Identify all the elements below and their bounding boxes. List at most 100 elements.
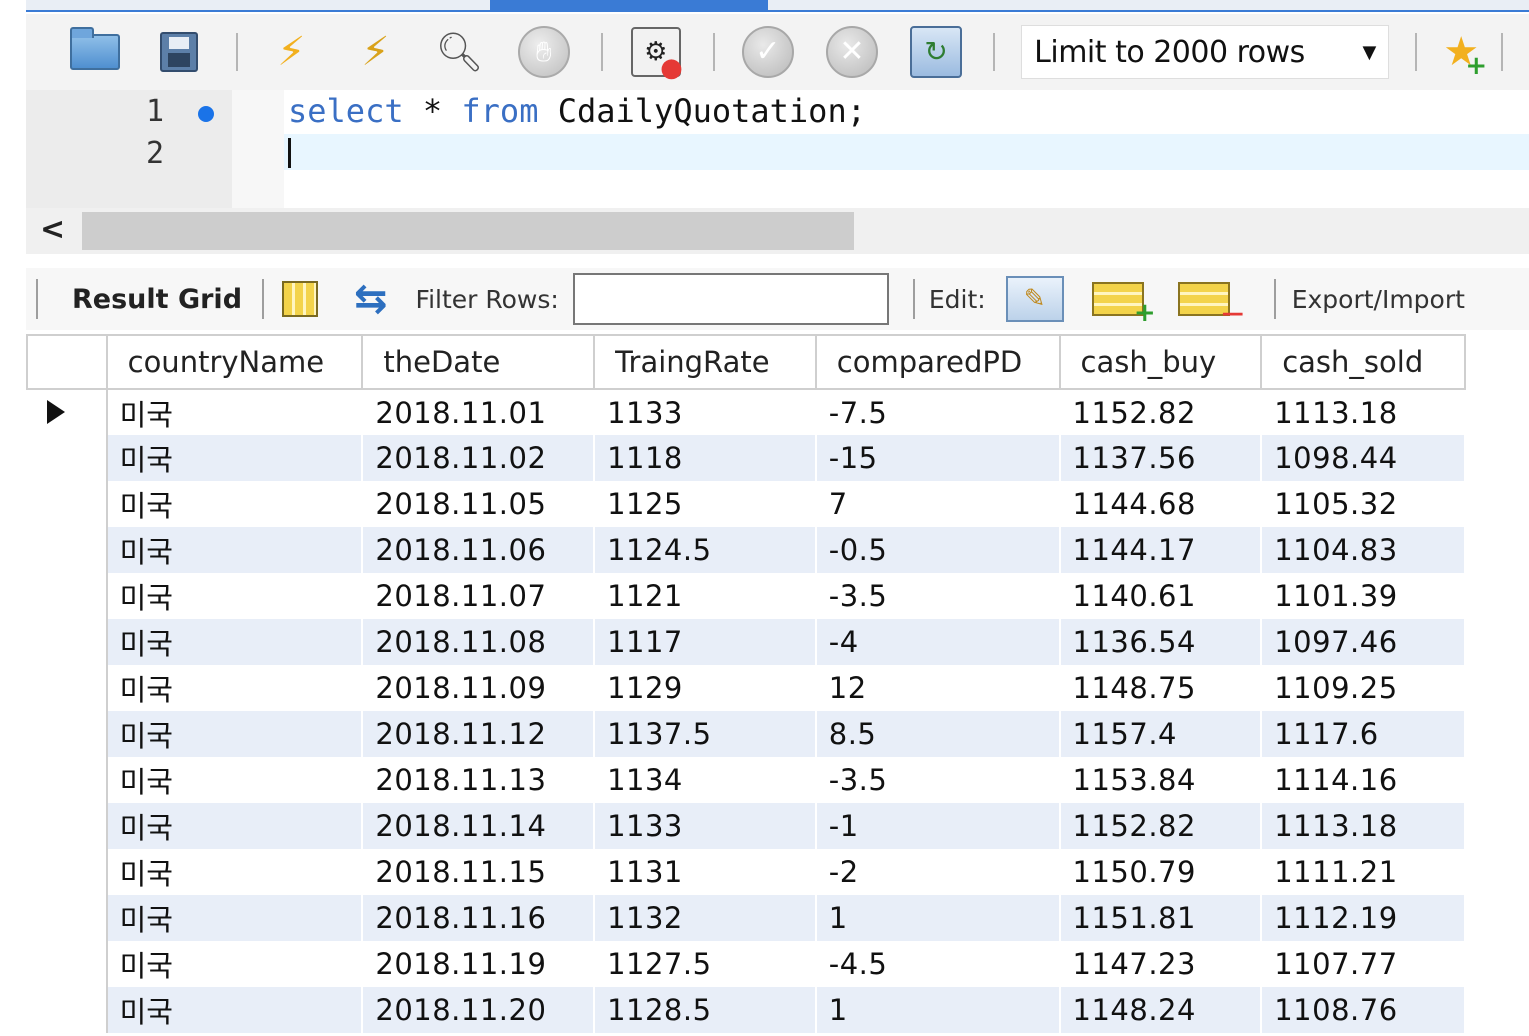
cell-TraingRate[interactable]: 1133 bbox=[594, 389, 817, 435]
add-snippet-star-icon[interactable]: ★ bbox=[1443, 29, 1487, 81]
cell-cash_buy[interactable]: 1152.82 bbox=[1059, 389, 1263, 435]
cell-cash_buy[interactable]: 1144.17 bbox=[1059, 527, 1263, 573]
cell-comparedPD[interactable]: -3.5 bbox=[815, 573, 1061, 619]
cell-comparedPD[interactable]: -4.5 bbox=[815, 941, 1061, 987]
row-selector[interactable] bbox=[27, 619, 108, 665]
cell-TraingRate[interactable]: 1125 bbox=[594, 481, 817, 527]
cell-countryName[interactable]: 미국 bbox=[106, 435, 364, 481]
cell-theDate[interactable]: 2018.11.12 bbox=[362, 711, 596, 757]
cell-countryName[interactable]: 미국 bbox=[106, 757, 364, 803]
table-row[interactable]: 미국 2018.11.09 1129 12 1148.75 1109.25 bbox=[27, 665, 1466, 711]
cell-cash_buy[interactable]: 1148.75 bbox=[1059, 665, 1263, 711]
column-header-comparedPD[interactable]: comparedPD bbox=[814, 334, 1061, 390]
cell-comparedPD[interactable]: -7.5 bbox=[815, 389, 1061, 435]
cell-cash_sold[interactable]: 1114.16 bbox=[1261, 757, 1466, 803]
table-row[interactable]: 미국 2018.11.16 1132 1 1151.81 1112.19 bbox=[27, 895, 1466, 941]
cell-cash_sold[interactable]: 1112.19 bbox=[1261, 895, 1466, 941]
cell-cash_buy[interactable]: 1144.68 bbox=[1059, 481, 1263, 527]
column-header-cash_sold[interactable]: cash_sold bbox=[1260, 334, 1466, 390]
cell-TraingRate[interactable]: 1128.5 bbox=[594, 987, 817, 1033]
column-header-TraingRate[interactable]: TraingRate bbox=[593, 334, 817, 390]
cell-cash_sold[interactable]: 1097.46 bbox=[1261, 619, 1466, 665]
cell-countryName[interactable]: 미국 bbox=[106, 941, 364, 987]
cell-theDate[interactable]: 2018.11.07 bbox=[362, 573, 596, 619]
cell-comparedPD[interactable]: -4 bbox=[815, 619, 1061, 665]
cell-cash_buy[interactable]: 1148.24 bbox=[1059, 987, 1263, 1033]
refresh-icon[interactable]: ⇆ bbox=[354, 276, 388, 322]
cell-TraingRate[interactable]: 1124.5 bbox=[594, 527, 817, 573]
table-row[interactable]: 미국 2018.11.12 1137.5 8.5 1157.4 1117.6 bbox=[27, 711, 1466, 757]
cell-cash_sold[interactable]: 1105.32 bbox=[1261, 481, 1466, 527]
table-row[interactable]: 미국 2018.11.08 1117 -4 1136.54 1097.46 bbox=[27, 619, 1466, 665]
chevron-down-icon[interactable]: ▼ bbox=[1363, 42, 1377, 63]
table-row[interactable]: 미국 2018.11.05 1125 7 1144.68 1105.32 bbox=[27, 481, 1466, 527]
cell-TraingRate[interactable]: 1133 bbox=[594, 803, 817, 849]
row-selector[interactable] bbox=[27, 941, 108, 987]
column-header-cash_buy[interactable]: cash_buy bbox=[1058, 334, 1263, 390]
cell-TraingRate[interactable]: 1132 bbox=[594, 895, 817, 941]
horizontal-scrollbar[interactable]: < bbox=[26, 208, 1529, 254]
cell-comparedPD[interactable]: 8.5 bbox=[815, 711, 1061, 757]
row-header-corner[interactable] bbox=[26, 334, 108, 390]
cell-TraingRate[interactable]: 1117 bbox=[594, 619, 817, 665]
row-selector[interactable] bbox=[27, 435, 108, 481]
cell-cash_sold[interactable]: 1098.44 bbox=[1261, 435, 1466, 481]
cell-theDate[interactable]: 2018.11.20 bbox=[362, 987, 596, 1033]
row-selector[interactable] bbox=[27, 389, 108, 435]
cell-countryName[interactable]: 미국 bbox=[106, 803, 364, 849]
cell-cash_sold[interactable]: 1111.21 bbox=[1261, 849, 1466, 895]
cell-cash_sold[interactable]: 1101.39 bbox=[1261, 573, 1466, 619]
execute-current-button[interactable]: ⚡ bbox=[348, 24, 402, 80]
filter-rows-input[interactable] bbox=[572, 273, 889, 325]
cell-countryName[interactable]: 미국 bbox=[106, 527, 364, 573]
cell-theDate[interactable]: 2018.11.19 bbox=[362, 941, 596, 987]
row-selector[interactable] bbox=[27, 987, 108, 1033]
cell-cash_sold[interactable]: 1109.25 bbox=[1261, 665, 1466, 711]
scroll-left-arrow-icon[interactable]: < bbox=[40, 212, 65, 247]
sql-editor[interactable]: 1 2 select * from CdailyQuotation; bbox=[26, 90, 1529, 208]
table-row[interactable]: 미국 2018.11.20 1128.5 1 1148.24 1108.76 bbox=[27, 987, 1466, 1033]
cell-cash_buy[interactable]: 1140.61 bbox=[1059, 573, 1263, 619]
cell-cash_buy[interactable]: 1157.4 bbox=[1059, 711, 1263, 757]
stop-button[interactable]: ✋︎ bbox=[517, 24, 571, 80]
cell-comparedPD[interactable]: 7 bbox=[815, 481, 1061, 527]
cell-countryName[interactable]: 미국 bbox=[106, 665, 364, 711]
delete-row-icon[interactable] bbox=[1177, 282, 1244, 326]
rollback-button[interactable]: ✕ bbox=[825, 24, 879, 80]
cell-cash_sold[interactable]: 1113.18 bbox=[1261, 389, 1466, 435]
cell-TraingRate[interactable]: 1118 bbox=[594, 435, 817, 481]
cell-comparedPD[interactable]: -3.5 bbox=[815, 757, 1061, 803]
commit-button[interactable]: ✓ bbox=[741, 24, 795, 80]
cell-theDate[interactable]: 2018.11.06 bbox=[362, 527, 596, 573]
cell-countryName[interactable]: 미국 bbox=[106, 619, 364, 665]
cell-cash_buy[interactable]: 1152.82 bbox=[1059, 803, 1263, 849]
column-header-countryName[interactable]: countryName bbox=[105, 334, 364, 390]
cell-cash_sold[interactable]: 1117.6 bbox=[1261, 711, 1466, 757]
cell-theDate[interactable]: 2018.11.09 bbox=[362, 665, 596, 711]
autocommit-toggle[interactable]: ↻ bbox=[909, 24, 963, 80]
cell-cash_buy[interactable]: 1137.56 bbox=[1059, 435, 1263, 481]
cell-countryName[interactable]: 미국 bbox=[106, 987, 364, 1033]
edit-row-pencil-icon[interactable]: ✎ bbox=[1005, 276, 1064, 322]
row-selector[interactable] bbox=[27, 573, 108, 619]
cell-TraingRate[interactable]: 1129 bbox=[594, 665, 817, 711]
cell-comparedPD[interactable]: -0.5 bbox=[815, 527, 1061, 573]
row-selector[interactable] bbox=[27, 711, 108, 757]
row-selector[interactable] bbox=[27, 665, 108, 711]
cell-countryName[interactable]: 미국 bbox=[106, 481, 364, 527]
column-header-theDate[interactable]: theDate bbox=[361, 334, 596, 390]
cell-comparedPD[interactable]: -2 bbox=[815, 849, 1061, 895]
cell-theDate[interactable]: 2018.11.05 bbox=[362, 481, 596, 527]
insert-row-icon[interactable] bbox=[1091, 282, 1156, 328]
code-line-1[interactable]: select * from CdailyQuotation; bbox=[288, 92, 866, 130]
result-grid-tab[interactable]: Result Grid bbox=[48, 284, 252, 315]
cell-countryName[interactable]: 미국 bbox=[106, 711, 364, 757]
cell-TraingRate[interactable]: 1121 bbox=[594, 573, 817, 619]
table-row[interactable]: 미국 2018.11.19 1127.5 -4.5 1147.23 1107.7… bbox=[27, 941, 1466, 987]
cell-comparedPD[interactable]: -15 bbox=[815, 435, 1061, 481]
cell-cash_buy[interactable]: 1147.23 bbox=[1059, 941, 1263, 987]
table-row[interactable]: 미국 2018.11.06 1124.5 -0.5 1144.17 1104.8… bbox=[27, 527, 1466, 573]
explain-button[interactable]: 🔍︎ bbox=[433, 24, 487, 80]
execute-button[interactable]: ⚡ bbox=[264, 24, 318, 80]
cell-countryName[interactable]: 미국 bbox=[106, 389, 364, 435]
